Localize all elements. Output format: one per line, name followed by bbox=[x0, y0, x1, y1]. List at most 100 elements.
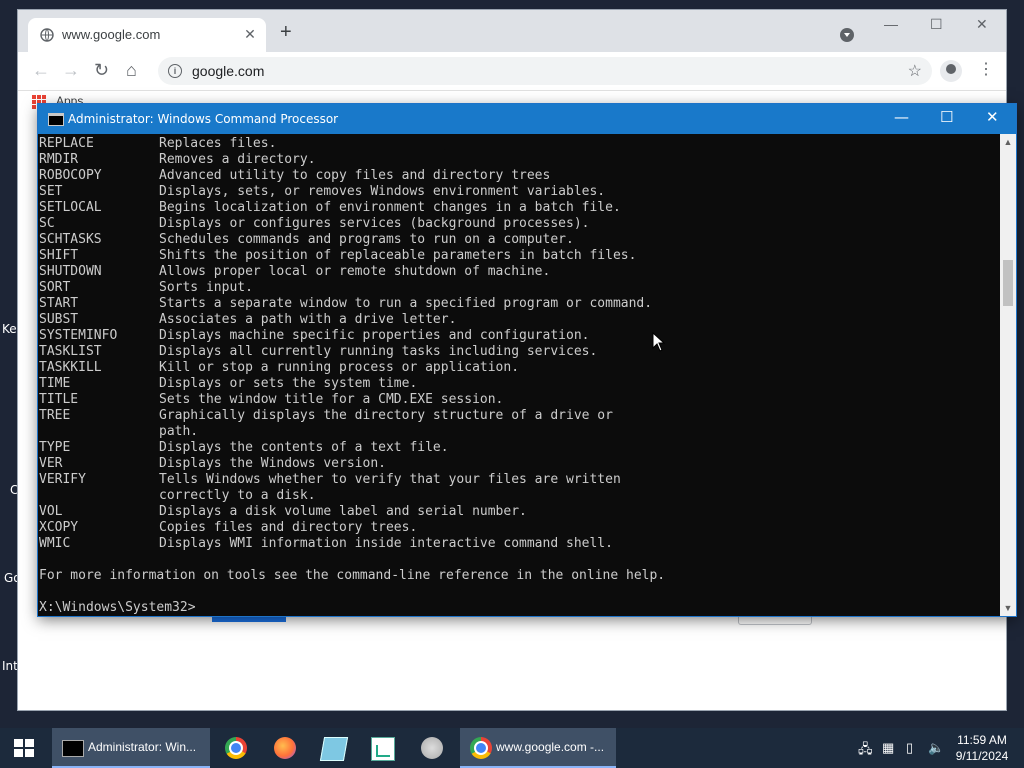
minimize-icon[interactable]: — bbox=[884, 16, 898, 32]
taskbar-cmd-button[interactable]: Administrator: Win... bbox=[52, 728, 210, 768]
bookmark-star-icon[interactable]: ☆ bbox=[908, 61, 922, 81]
close-tab-icon[interactable]: ✕ bbox=[242, 26, 258, 42]
command-description: path. bbox=[159, 424, 199, 439]
command-description: Displays WMI information inside interact… bbox=[159, 536, 613, 551]
console-icon bbox=[62, 740, 84, 757]
command-name: SCHTASKS bbox=[39, 232, 102, 247]
start-button[interactable] bbox=[0, 728, 48, 768]
command-description: Advanced utility to copy files and direc… bbox=[159, 168, 551, 183]
console-line: SORT Sorts input. bbox=[39, 280, 1000, 296]
chart-app-icon[interactable] bbox=[371, 737, 395, 761]
taskbar: Administrator: Win... www.google.com -..… bbox=[0, 728, 1024, 768]
back-arrow-icon[interactable]: ← bbox=[32, 61, 50, 79]
console-line: TREE Graphically displays the directory s… bbox=[39, 408, 1000, 424]
command-name: SYSTEMINFO bbox=[39, 328, 118, 343]
command-name: SHIFT bbox=[39, 248, 79, 263]
firefox-icon[interactable] bbox=[274, 737, 296, 759]
command-name: TASKKILL bbox=[39, 360, 102, 375]
taskbar-chrome-button[interactable]: www.google.com -... bbox=[460, 728, 616, 768]
command-name: SUBST bbox=[39, 312, 79, 327]
command-name: START bbox=[39, 296, 79, 311]
paint-icon[interactable] bbox=[421, 737, 443, 759]
console-lines: REPLACE Replaces files. RMDIR Removes a dir… bbox=[38, 134, 1000, 616]
console-line: SCHTASKS Schedules commands and programs … bbox=[39, 232, 1000, 248]
command-description: Starts a separate window to run a specif… bbox=[159, 296, 653, 311]
command-name: TASKLIST bbox=[39, 344, 102, 359]
command-description: Associates a path with a drive letter. bbox=[159, 312, 457, 327]
battery-icon[interactable]: ▯ bbox=[906, 740, 913, 756]
console-line: VOL Displays a disk volume label and seri… bbox=[39, 504, 1000, 520]
console-line: correctly to a disk. bbox=[39, 488, 1000, 504]
command-description: Displays the Windows version. bbox=[159, 456, 386, 471]
scroll-down-arrow-icon[interactable]: ▼ bbox=[1000, 600, 1016, 616]
cmd-titlebar[interactable]: Administrator: Windows Command Processor… bbox=[38, 104, 1016, 134]
new-tab-icon[interactable]: + bbox=[280, 22, 292, 42]
network-icon[interactable]: 🖧 bbox=[858, 740, 873, 762]
desktop-icon-label[interactable]: Int bbox=[2, 659, 18, 673]
chrome-tab-strip: www.google.com ✕ + — ☐ ✕ bbox=[18, 10, 1006, 52]
command-name: SHUTDOWN bbox=[39, 264, 102, 279]
notepad-icon[interactable] bbox=[319, 737, 349, 761]
command-name: TREE bbox=[39, 408, 71, 423]
color-icon[interactable]: ▦ bbox=[882, 740, 894, 756]
browser-tab[interactable]: www.google.com ✕ bbox=[28, 18, 266, 52]
scroll-up-arrow-icon[interactable]: ▲ bbox=[1000, 134, 1016, 150]
command-name: TYPE bbox=[39, 440, 71, 455]
minimize-icon[interactable]: — bbox=[894, 108, 909, 126]
kebab-menu-icon[interactable]: ⋮ bbox=[978, 60, 994, 80]
url-text[interactable]: google.com bbox=[192, 63, 264, 79]
chrome-icon[interactable] bbox=[225, 737, 247, 759]
close-window-icon[interactable]: ✕ bbox=[986, 108, 999, 126]
command-name: SORT bbox=[39, 280, 71, 295]
console-line: TYPE Displays the contents of a text file… bbox=[39, 440, 1000, 456]
command-description: Shifts the position of replaceable param… bbox=[159, 248, 637, 263]
console-line: VER Displays the Windows version. bbox=[39, 456, 1000, 472]
clock-time: 11:59 AM bbox=[957, 733, 1007, 747]
profile-icon[interactable] bbox=[940, 60, 962, 82]
command-description: Schedules commands and programs to run o… bbox=[159, 232, 574, 247]
command-description: Begins localization of environment chang… bbox=[159, 200, 621, 215]
forward-arrow-icon[interactable]: → bbox=[62, 61, 80, 79]
command-description: Allows proper local or remote shutdown o… bbox=[159, 264, 551, 279]
console-line: TASKKILL Kill or stop a running process o… bbox=[39, 360, 1000, 376]
volume-icon[interactable]: 🔈 bbox=[928, 740, 944, 756]
console-line: VERIFY Tells Windows whether to verify th… bbox=[39, 472, 1000, 488]
console-line: SYSTEMINFO Displays machine specific prop… bbox=[39, 328, 1000, 344]
console-icon bbox=[48, 113, 64, 126]
reload-icon[interactable]: ↻ bbox=[94, 61, 109, 79]
scroll-thumb[interactable] bbox=[1003, 260, 1013, 306]
console-line: TITLE Sets the window title for a CMD.EXE… bbox=[39, 392, 1000, 408]
maximize-icon[interactable]: ☐ bbox=[930, 16, 943, 33]
command-description: Displays, sets, or removes Windows envir… bbox=[159, 184, 606, 199]
command-prompt[interactable]: X:\Windows\System32> bbox=[39, 600, 1000, 616]
command-name: WMIC bbox=[39, 536, 71, 551]
address-bar[interactable]: i google.com ☆ bbox=[158, 57, 932, 85]
close-window-icon[interactable]: ✕ bbox=[976, 16, 988, 33]
command-name: ROBOCOPY bbox=[39, 168, 102, 183]
command-name: TIME bbox=[39, 376, 71, 391]
command-description: Sorts input. bbox=[159, 280, 253, 295]
site-info-icon[interactable]: i bbox=[168, 64, 182, 78]
command-name: TITLE bbox=[39, 392, 79, 407]
command-name: SC bbox=[39, 216, 55, 231]
command-description: Kill or stop a running process or applic… bbox=[159, 360, 520, 375]
console-output[interactable]: REPLACE Replaces files. RMDIR Removes a dir… bbox=[38, 134, 1000, 616]
maximize-icon[interactable]: ☐ bbox=[940, 108, 953, 126]
home-icon[interactable]: ⌂ bbox=[126, 61, 137, 79]
console-text: For more information on tools see the co… bbox=[39, 568, 666, 583]
cmd-window: Administrator: Windows Command Processor… bbox=[38, 104, 1016, 616]
command-description: Displays or sets the system time. bbox=[159, 376, 418, 391]
cmd-title: Administrator: Windows Command Processor bbox=[68, 112, 339, 126]
clock-date: 9/11/2024 bbox=[955, 749, 1009, 763]
console-line: path. bbox=[39, 424, 1000, 440]
system-clock[interactable]: 11:59 AM 9/11/2024 bbox=[952, 732, 1012, 764]
chrome-toolbar: ← → ↻ ⌂ i google.com ☆ ⋮ bbox=[18, 52, 1006, 91]
console-line: SHUTDOWN Allows proper local or remote sh… bbox=[39, 264, 1000, 280]
console-line: SC Displays or configures services (backg… bbox=[39, 216, 1000, 232]
command-name: RMDIR bbox=[39, 152, 79, 167]
chrome-icon bbox=[470, 737, 492, 759]
command-description: Displays all currently running tasks inc… bbox=[159, 344, 598, 359]
tab-search-icon[interactable] bbox=[840, 28, 854, 42]
console-scrollbar[interactable]: ▲ ▼ bbox=[1000, 134, 1016, 616]
